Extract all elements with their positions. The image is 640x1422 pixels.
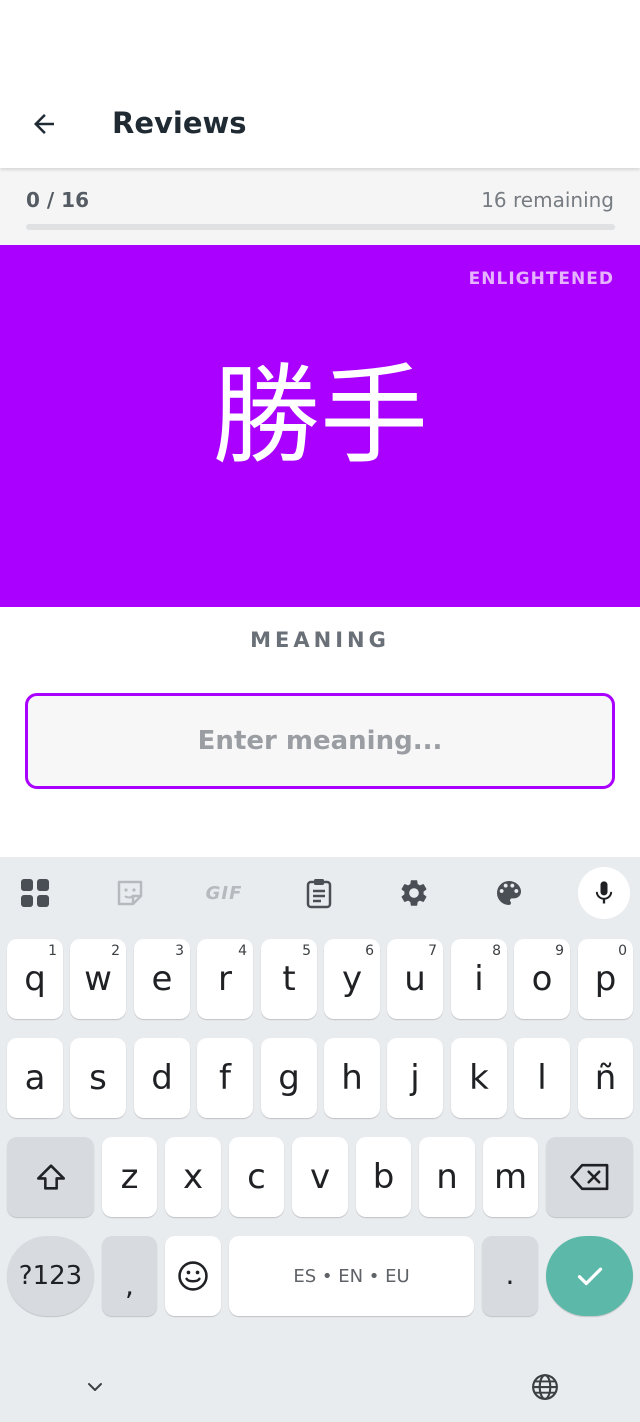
key-x[interactable]: x [165,1137,221,1217]
emoji-key[interactable] [165,1236,221,1316]
symbols-key[interactable]: ?123 [7,1236,94,1316]
checkmark-icon [577,1267,602,1286]
space-bar[interactable]: ES • EN • EU [229,1236,474,1316]
key-s[interactable]: s [70,1038,126,1118]
app-bar: Reviews [0,0,640,168]
hide-keyboard-button[interactable] [73,1367,117,1407]
shift-key[interactable] [7,1137,94,1217]
question-type-label: MEANING [250,628,390,652]
key-f[interactable]: f [197,1038,253,1118]
key-z[interactable]: z [102,1137,157,1217]
settings-button[interactable] [388,867,440,919]
key-n-tilde[interactable]: ñ [578,1038,633,1118]
back-button[interactable] [22,104,66,144]
progress-count: 0 / 16 [26,188,89,212]
key-t[interactable]: t5 [261,939,317,1019]
palette-icon [497,881,521,905]
shift-arrow-icon [36,1164,65,1190]
gif-icon: GIF [205,882,243,904]
srs-level-label: ENLIGHTENED [468,269,614,289]
gif-button[interactable]: GIF [198,867,250,919]
key-r[interactable]: r4 [197,939,253,1019]
microphone-icon [595,881,613,904]
key-y[interactable]: y6 [324,939,380,1019]
key-q[interactable]: q1 [7,939,63,1019]
theme-button[interactable] [483,867,535,919]
key-a[interactable]: a [7,1038,63,1118]
settings-gear-icon [401,880,427,906]
clipboard-button[interactable] [293,867,345,919]
key-i[interactable]: i8 [451,939,507,1019]
key-p[interactable]: p0 [578,939,633,1019]
backspace-icon [569,1163,608,1191]
answer-input[interactable] [25,693,615,789]
key-c[interactable]: c [229,1137,284,1217]
key-v[interactable]: v [292,1137,348,1217]
enter-key[interactable] [546,1236,633,1316]
voice-input-button[interactable] [578,867,630,919]
key-u[interactable]: u7 [387,939,443,1019]
sticker-icon [117,880,143,906]
apps-grid-icon [21,879,49,907]
review-progress: 0 / 16 16 remaining [0,168,640,245]
keyboard-toolbar: GIF [0,857,640,927]
key-m[interactable]: m [483,1137,538,1217]
key-n[interactable]: n [419,1137,475,1217]
key-b[interactable]: b [356,1137,411,1217]
comma-key[interactable]: , [102,1236,157,1316]
apps-grid-button[interactable] [9,867,61,919]
key-w[interactable]: w2 [70,939,126,1019]
key-g[interactable]: g [261,1038,317,1118]
on-screen-keyboard: GIF q 1 w 2 e 3 r 4 t 5 y 6 u 7 i 8 o 9 … [0,857,640,1422]
switch-language-button[interactable] [523,1367,567,1407]
arrow-left-icon [34,114,54,134]
subject-characters: 勝手 [211,354,428,479]
key-e[interactable]: e3 [134,939,190,1019]
page-title: Reviews [112,106,247,140]
clipboard-icon [306,879,332,909]
key-k[interactable]: k [451,1038,507,1118]
key-o[interactable]: o9 [514,939,570,1019]
globe-icon [532,1374,558,1400]
remaining-count: 16 remaining [481,188,614,212]
chevron-down-icon [88,1383,102,1391]
emoji-smile-icon [178,1261,208,1291]
backspace-key[interactable] [546,1137,633,1217]
key-d[interactable]: d [134,1038,190,1118]
sticker-button[interactable] [104,867,156,919]
period-key[interactable]: . [482,1236,538,1316]
subject-card: ENLIGHTENED 勝手 [0,245,640,607]
key-j[interactable]: j [387,1038,443,1118]
reviews-screen: Reviews 0 / 16 16 remaining ENLIGHTENED … [0,0,640,1422]
key-l[interactable]: l [514,1038,570,1118]
progress-bar [26,224,615,230]
key-h[interactable]: h [324,1038,380,1118]
